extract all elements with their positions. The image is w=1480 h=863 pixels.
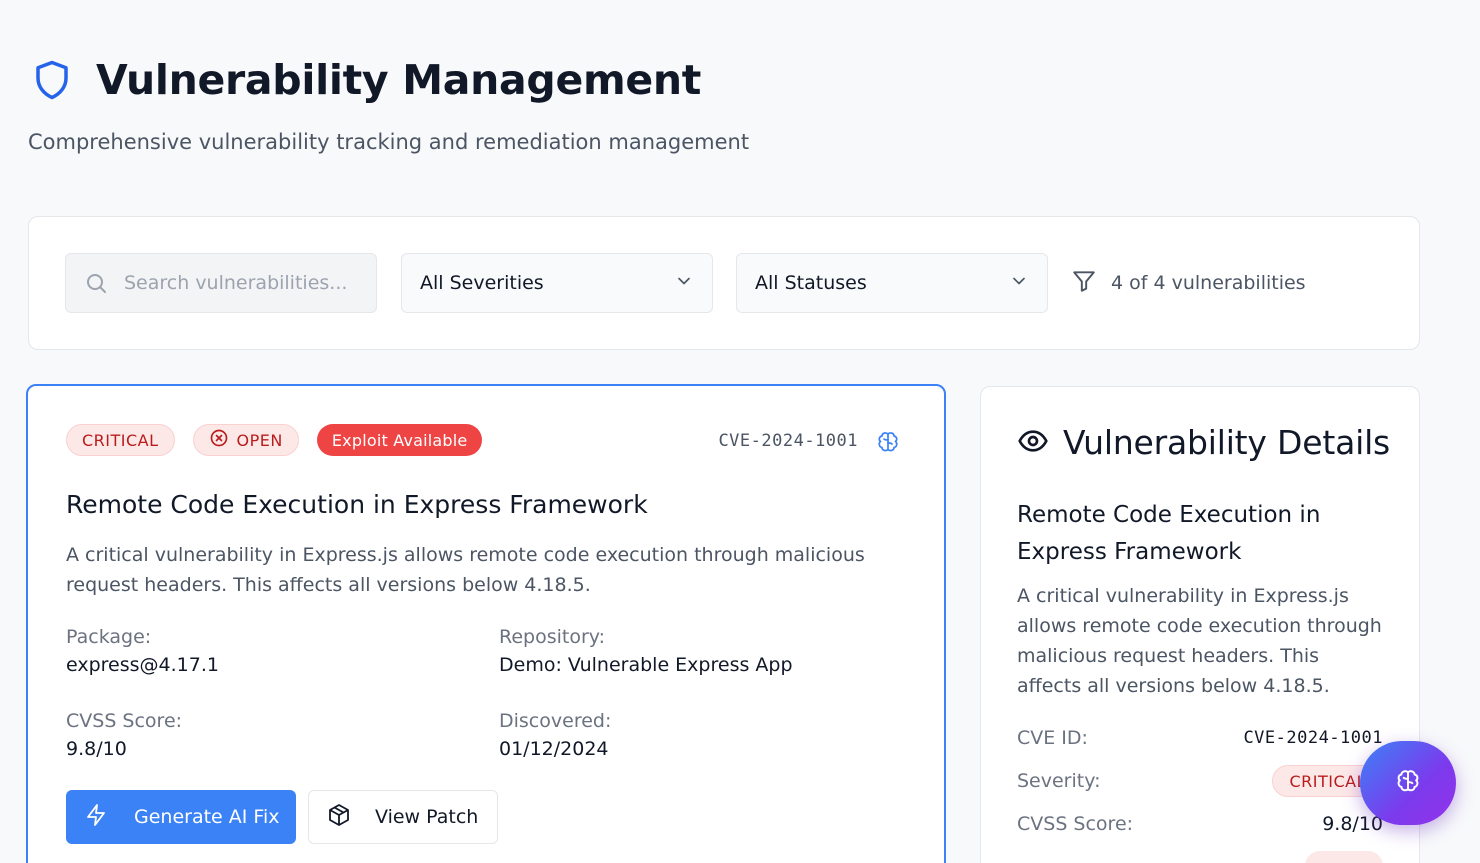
view-patch-label: View Patch <box>375 806 479 828</box>
filter-icon <box>1071 268 1097 299</box>
details-cve-value: CVE-2024-1001 <box>1243 728 1383 748</box>
repository-field: Repository: Demo: Vulnerable Express App <box>499 626 793 676</box>
details-title: Remote Code Execution in Express Framewo… <box>1017 502 1321 565</box>
status-select-value: All Statuses <box>755 272 867 294</box>
search-input[interactable] <box>124 272 354 294</box>
details-cvss-row: CVSS Score: 9.8/10 <box>1017 813 1383 835</box>
repository-label: Repository: <box>499 626 606 648</box>
details-cvss-label: CVSS Score: <box>1017 813 1134 835</box>
package-value: express@4.17.1 <box>66 654 219 676</box>
details-cve-label: CVE ID: <box>1017 727 1088 749</box>
details-description: A critical vulnerability in Express.js a… <box>1017 585 1382 697</box>
generate-ai-fix-button[interactable]: Generate AI Fix <box>66 790 296 844</box>
chevron-down-icon <box>674 271 694 296</box>
status-select[interactable]: All Statuses <box>736 253 1048 313</box>
filter-bar: All Severities All Statuses 4 of 4 vulne… <box>28 216 1420 350</box>
details-heading: Vulnerability Details <box>1063 423 1391 462</box>
severity-badge: CRITICAL <box>66 424 175 456</box>
generate-ai-fix-label: Generate AI Fix <box>134 806 280 828</box>
vulnerability-card[interactable]: CRITICAL OPEN Exploit Available CVE-2024… <box>26 384 946 863</box>
brain-icon[interactable] <box>876 430 900 454</box>
exploit-badge: Exploit Available <box>316 424 483 456</box>
repository-value: Demo: Vulnerable Express App <box>499 654 793 676</box>
cve-id: CVE-2024-1001 <box>718 431 858 451</box>
severity-select-value: All Severities <box>420 272 544 294</box>
chevron-down-icon <box>1009 271 1029 296</box>
details-cvss-value: 9.8/10 <box>1322 813 1383 835</box>
zap-icon <box>84 803 108 832</box>
page-subtitle: Comprehensive vulnerability tracking and… <box>28 130 750 154</box>
discovered-label: Discovered: <box>499 710 612 732</box>
result-count-text: 4 of 4 vulnerabilities <box>1111 272 1306 294</box>
ai-assistant-button[interactable] <box>1360 741 1456 825</box>
result-count: 4 of 4 vulnerabilities <box>1071 253 1306 313</box>
vulnerability-title: Remote Code Execution in Express Framewo… <box>66 490 648 519</box>
severity-select[interactable]: All Severities <box>401 253 713 313</box>
vulnerability-description: A critical vulnerability in Express.js a… <box>66 544 865 596</box>
page-header: Vulnerability Management Comprehensive v… <box>28 56 749 154</box>
cvss-label: CVSS Score: <box>66 710 183 732</box>
eye-icon <box>1017 425 1049 461</box>
package-icon <box>327 803 351 832</box>
package-field: Package: express@4.17.1 <box>66 626 219 676</box>
package-label: Package: <box>66 626 152 648</box>
details-panel: Vulnerability Details Remote Code Execut… <box>980 386 1420 863</box>
details-severity-label: Severity: <box>1017 770 1101 792</box>
search-icon <box>84 271 108 295</box>
search-box[interactable] <box>65 253 377 313</box>
discovered-value: 01/12/2024 <box>499 738 609 760</box>
status-badge-label: OPEN <box>236 430 283 450</box>
details-cve-row: CVE ID: CVE-2024-1001 <box>1017 727 1383 749</box>
status-badge: OPEN <box>192 424 299 456</box>
discovered-field: Discovered: 01/12/2024 <box>499 710 611 760</box>
page-title: Vulnerability Management <box>96 56 702 104</box>
brain-icon <box>1395 768 1421 798</box>
view-patch-button[interactable]: View Patch <box>308 790 498 844</box>
x-circle-icon <box>209 428 229 452</box>
cvss-value: 9.8/10 <box>66 738 127 760</box>
details-next-badge <box>1305 851 1383 863</box>
cvss-field: CVSS Score: 9.8/10 <box>66 710 182 760</box>
shield-icon <box>28 56 76 104</box>
details-severity-row: Severity: CRITICAL <box>1017 765 1383 797</box>
